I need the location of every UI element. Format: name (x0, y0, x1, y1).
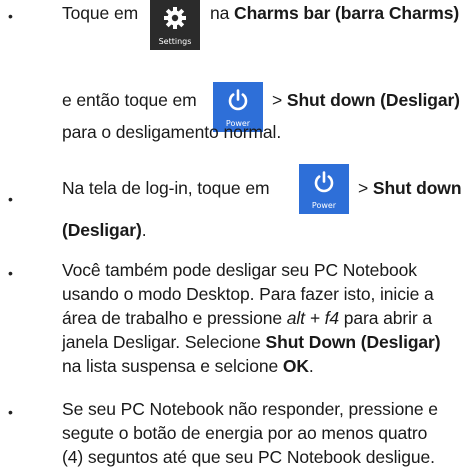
item2-shut-down: Shut down (372, 178, 462, 198)
power-icon (314, 171, 334, 193)
gear-icon (164, 7, 186, 29)
item2-line2: (Desligar). (62, 219, 147, 241)
item3-line5: na lista suspensa e selcione OK. (62, 355, 314, 377)
item4-line3: (4) seguntos até que seu PC Notebook des… (62, 447, 435, 467)
item1-line1-rest: na Charms bar (barra Charms) (210, 2, 459, 24)
item3-ok: OK (282, 356, 309, 376)
item2-desligar: (Desligar) (62, 220, 142, 240)
item3-text-select: janela Desligar. Selecione (62, 332, 261, 352)
item2-text-login: Na tela de log-in, toque em (62, 178, 270, 198)
item1-sep: > (272, 90, 283, 110)
item1-line1: Toque em (62, 2, 138, 24)
power-icon (228, 89, 248, 111)
item3-line1: Você também pode desligar seu PC Noteboo… (62, 260, 417, 280)
settings-tile: Settings (150, 0, 200, 50)
item4-line2: segute o botão de energia por ao menos q… (62, 423, 428, 443)
item3-key-combo: alt + f4 (286, 308, 339, 328)
item1-shut-down: Shut down (Desligar) (286, 90, 460, 110)
power-tile-2: Power (299, 164, 349, 214)
item3-shut-down: Shut Down (Desligar) (265, 332, 441, 352)
item3-text-a: área de trabalho e pressione (62, 308, 282, 328)
item3-text-lista: na lista suspensa e selcione (62, 356, 279, 376)
item1-text-toque: Toque em (62, 3, 139, 23)
item3-line4: janela Desligar. Selecione Shut Down (De… (62, 331, 441, 353)
item1-line2: e então toque em (62, 89, 197, 111)
settings-caption: Settings (158, 37, 192, 46)
item3-period: . (308, 356, 314, 376)
item3-line3: área de trabalho e pressione alt + f4 pa… (62, 307, 432, 329)
bullet-2: • (8, 191, 13, 207)
bullet-1: • (8, 8, 13, 24)
item3-text-b: para abrir a (343, 308, 433, 328)
item1-line2-rest: > Shut down (Desligar) (272, 89, 460, 111)
item4-line1: Se seu PC Notebook não responder, pressi… (62, 399, 438, 419)
item2-line1: Na tela de log-in, toque em (62, 177, 270, 199)
item3-line2: usando o modo Desktop. Para fazer isto, … (62, 284, 434, 304)
bullet-3: • (8, 265, 13, 281)
bullet-4: • (8, 404, 13, 420)
power-caption-2: Power (311, 201, 337, 210)
item2-line1-rest: > Shut down (358, 177, 462, 199)
item1-text-na: na (210, 3, 230, 23)
item1-charms-bar: Charms bar (barra Charms) (234, 3, 460, 23)
item2-period: . (141, 220, 147, 240)
item2-sep: > (358, 178, 369, 198)
item1-line3: para o desligamento normal. (62, 122, 282, 142)
item1-text-entao: e então toque em (62, 90, 197, 110)
